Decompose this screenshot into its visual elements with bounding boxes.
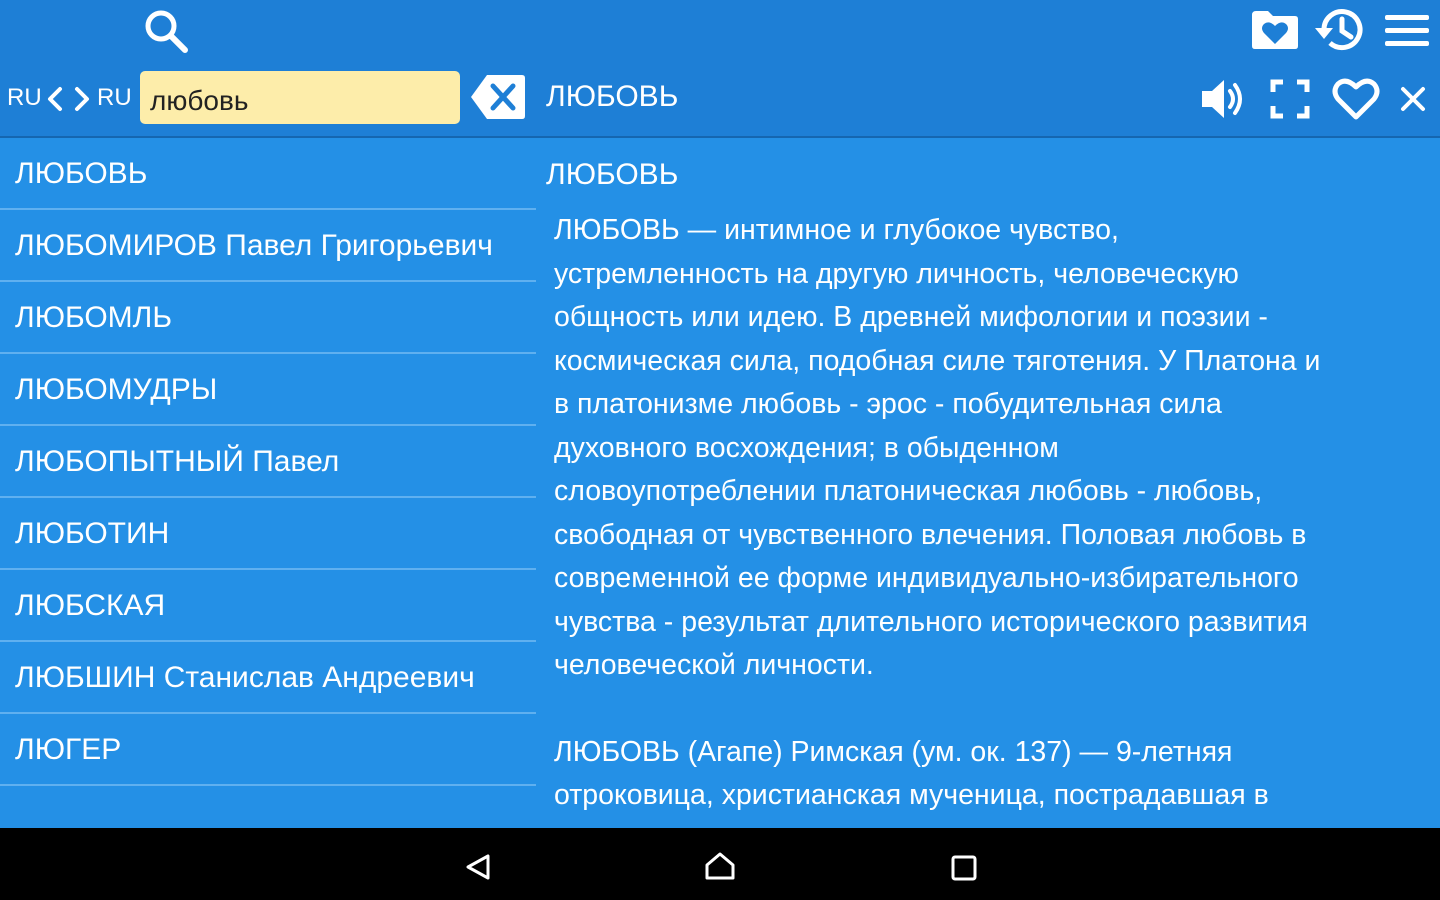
system-navigation-bar: [0, 828, 1440, 900]
article-title: ЛЮБОВЬ: [546, 158, 679, 191]
heart-icon[interactable]: [1331, 76, 1381, 122]
article-paragraph: ЛЮБОВЬ (Агапе) Римская (ум. ок. 137) — 9…: [554, 735, 1269, 812]
word-list: ЛЮБОВЬ ЛЮБОМИРОВ Павел Григорьевич ЛЮБОМ…: [0, 138, 536, 786]
chevron-left-icon[interactable]: [45, 86, 65, 112]
close-icon[interactable]: [1400, 86, 1426, 112]
list-item[interactable]: ЛЮБОТИН: [0, 498, 536, 570]
speaker-icon[interactable]: [1200, 77, 1248, 121]
list-item[interactable]: ЛЮБОВЬ: [0, 138, 536, 210]
recents-icon[interactable]: [950, 854, 978, 882]
list-item[interactable]: ЛЮБОМУДРЫ: [0, 354, 536, 426]
list-item[interactable]: ЛЮБОМЛЬ: [0, 282, 536, 354]
back-icon[interactable]: [464, 853, 492, 881]
home-icon[interactable]: [704, 851, 736, 881]
list-item[interactable]: ЛЮБОМИРОВ Павел Григорьевич: [0, 210, 536, 282]
chevron-right-icon[interactable]: [72, 86, 92, 112]
list-item[interactable]: ЛЮГЕР: [0, 714, 536, 786]
article-panel[interactable]: ЛЮБОВЬ ЛЮБОВЬ — интимное и глубокое чувс…: [546, 138, 1436, 818]
article-paragraph: ЛЮБОВЬ — интимное и глубокое чувство, ус…: [554, 214, 1321, 681]
toolbar-headword: ЛЮБОВЬ: [546, 80, 679, 113]
fullscreen-icon[interactable]: [1270, 79, 1310, 119]
clear-input-icon[interactable]: [470, 73, 526, 121]
target-language[interactable]: RU: [97, 84, 132, 112]
source-language[interactable]: RU: [7, 84, 42, 112]
list-item[interactable]: ЛЮБСКАЯ: [0, 570, 536, 642]
favorites-folder-icon[interactable]: [1250, 9, 1300, 51]
menu-icon[interactable]: [1384, 14, 1430, 48]
list-item[interactable]: ЛЮБШИН Станислав Андреевич: [0, 642, 536, 714]
list-item[interactable]: ЛЮБОПЫТНЫЙ Павел: [0, 426, 536, 498]
search-icon[interactable]: [142, 7, 190, 55]
search-input[interactable]: [140, 71, 460, 124]
history-icon[interactable]: [1314, 6, 1368, 54]
